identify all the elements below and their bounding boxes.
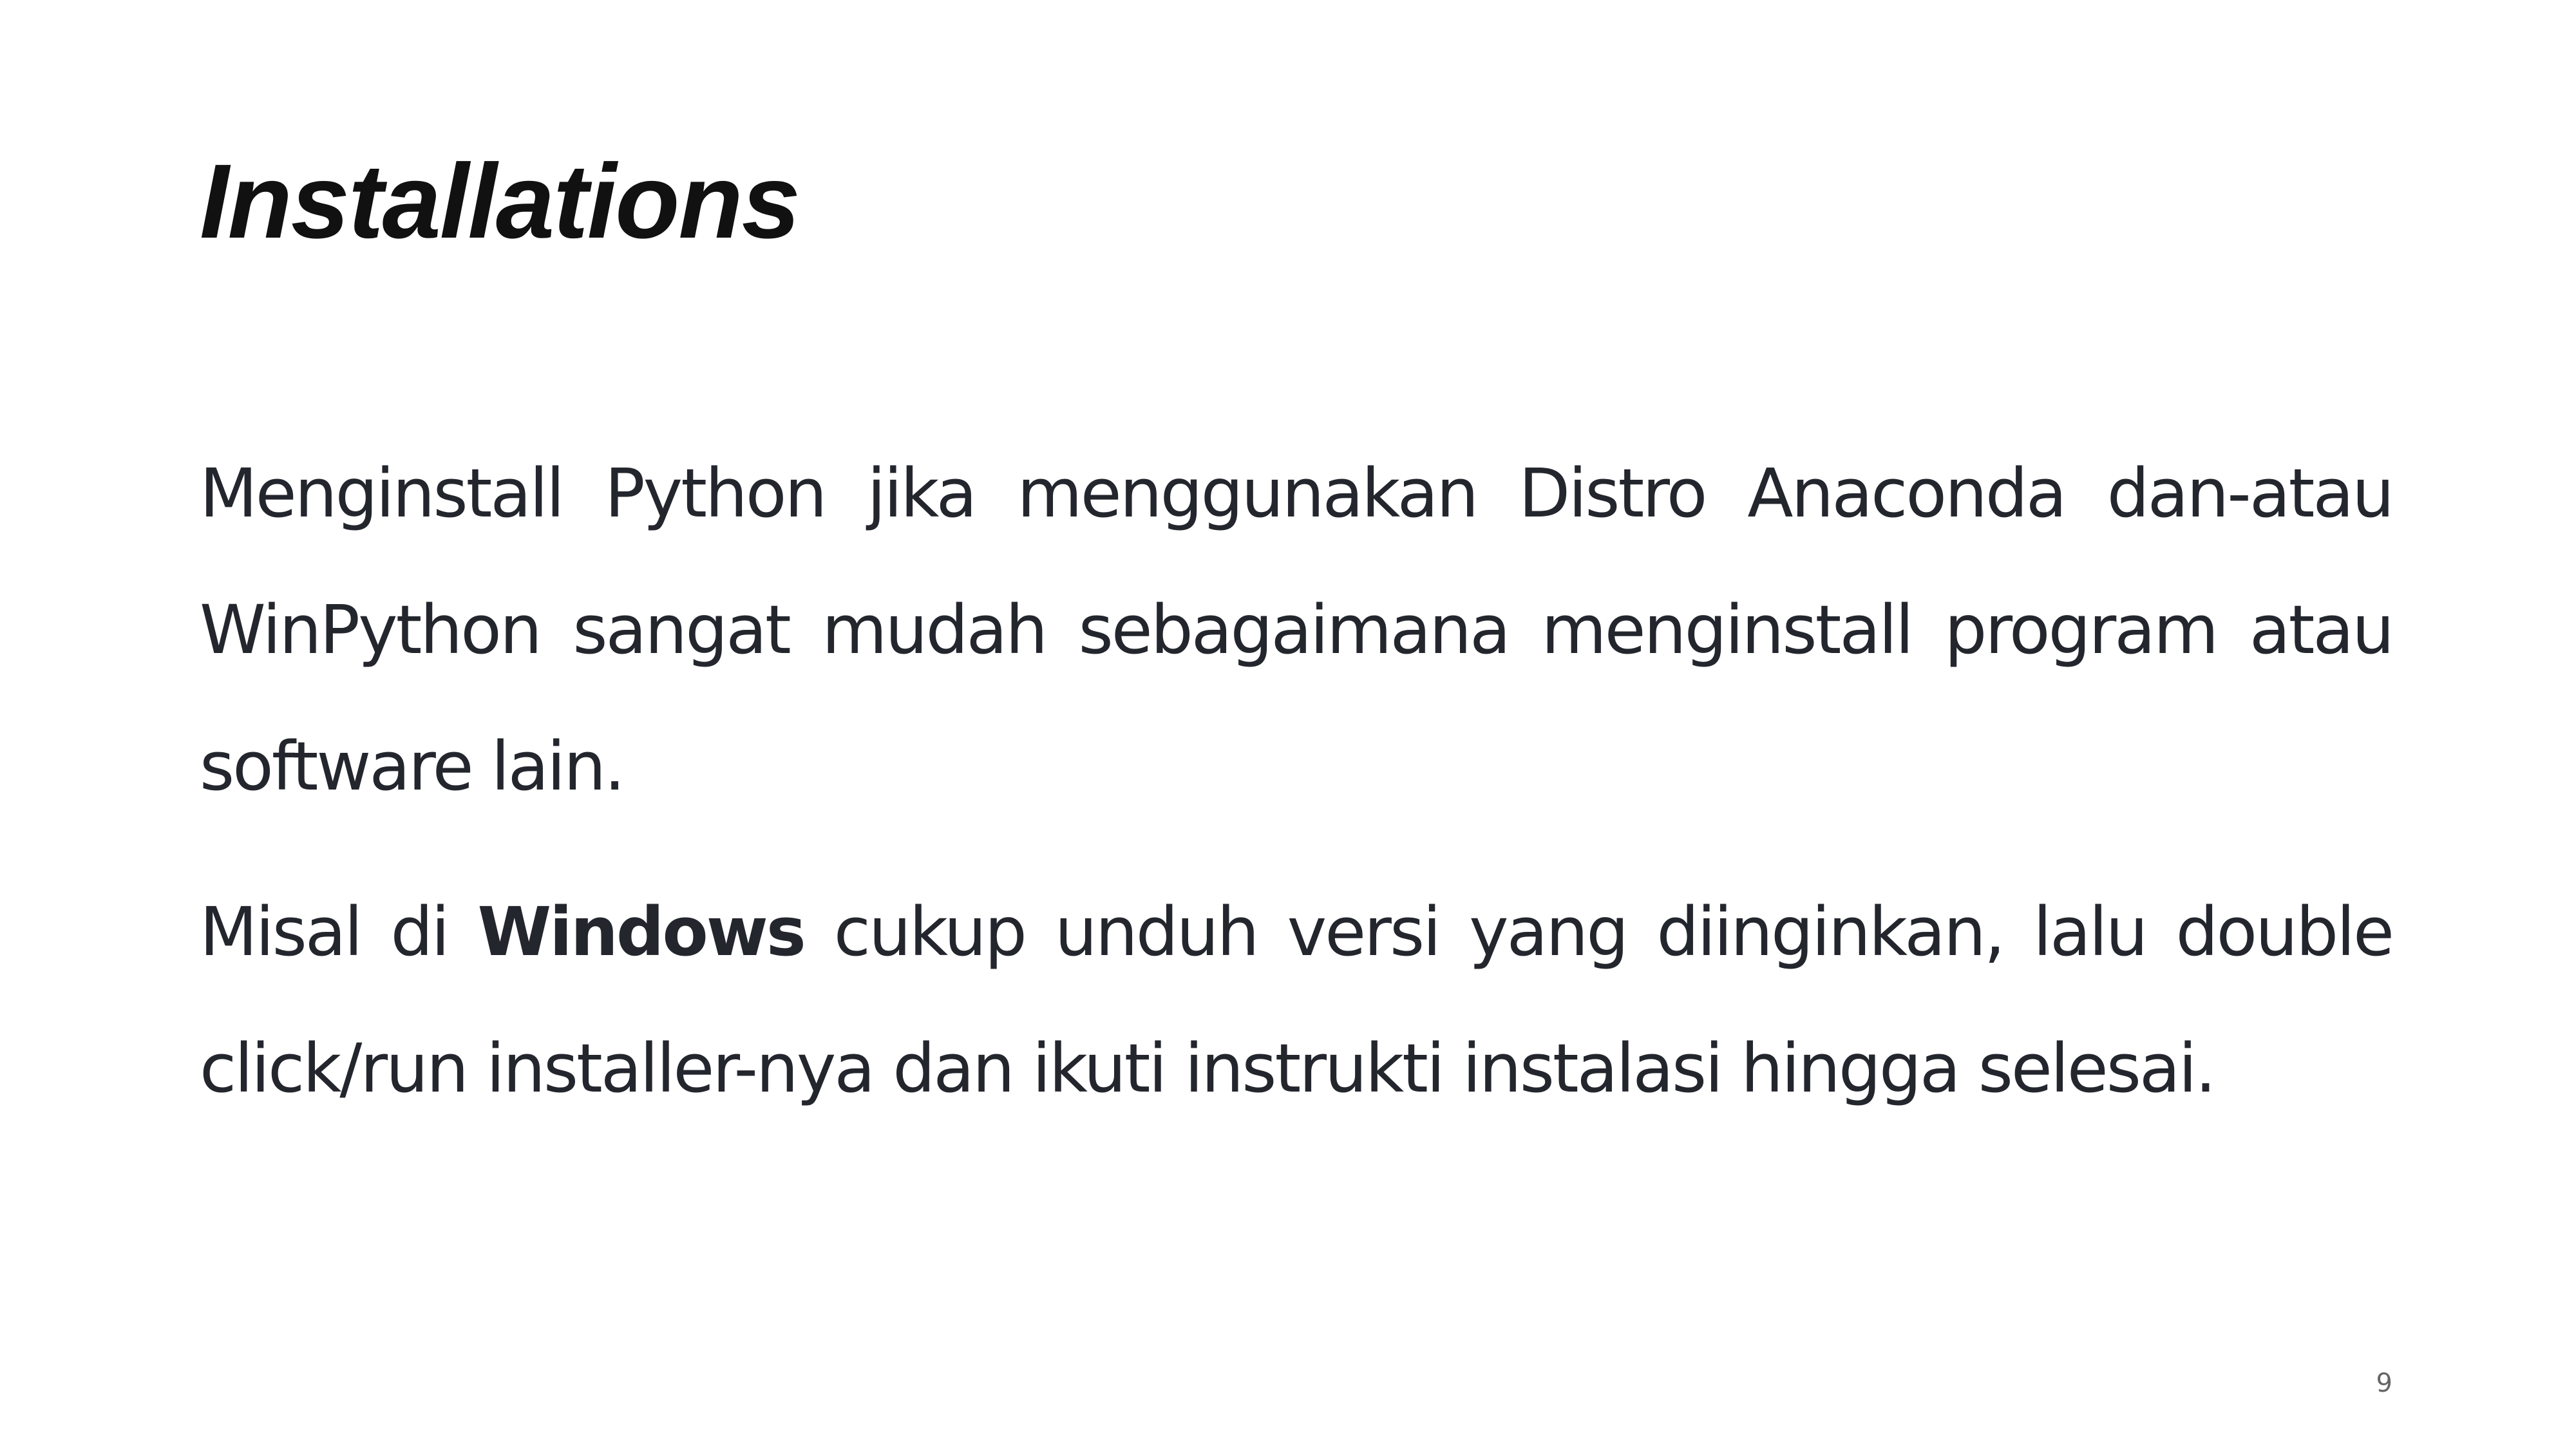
paragraph-windows-install: Misal di Windows cukup unduh versi yang … bbox=[200, 864, 2394, 1137]
page-number: 9 bbox=[2376, 1368, 2392, 1398]
slide-body: Menginstall Python jika menggunakan Dist… bbox=[200, 425, 2394, 1137]
slide-title: Installations bbox=[200, 142, 800, 260]
paragraph-anaconda-install: Menginstall Python jika menggunakan Dist… bbox=[200, 454, 2394, 806]
windows-bold-text: Windows bbox=[477, 893, 806, 971]
paragraph-text-before: Misal di bbox=[200, 893, 478, 971]
slide: Installations Menginstall Python jika me… bbox=[0, 0, 2576, 1449]
